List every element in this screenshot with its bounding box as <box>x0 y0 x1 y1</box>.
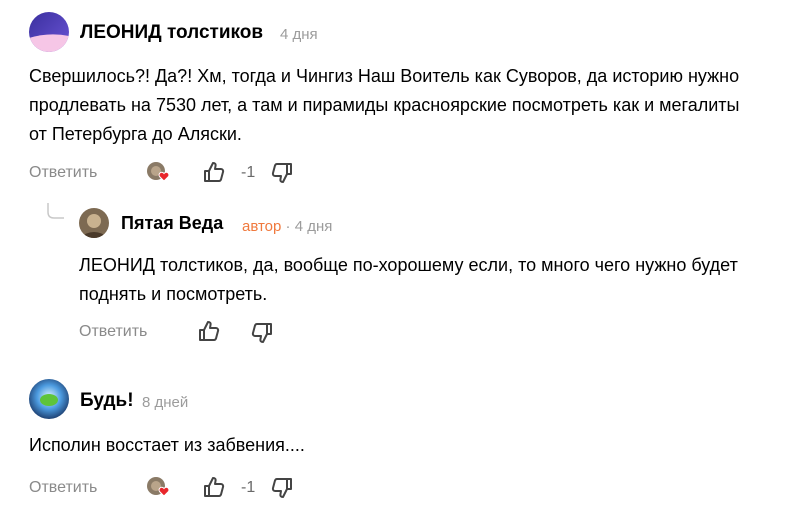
comment-time: 4 дня <box>280 26 318 43</box>
avatar[interactable] <box>79 208 109 238</box>
reply-meta: автор · 4 дня <box>242 218 332 235</box>
thumbs-up-icon[interactable] <box>203 161 225 183</box>
author-badge: автор <box>242 218 282 235</box>
reply-text: ЛЕОНИД толстиков, да, вообще по-хорошему… <box>79 255 738 304</box>
reply-button[interactable]: Ответить <box>79 323 147 341</box>
reply-button[interactable]: Ответить <box>29 479 97 497</box>
reply-author[interactable]: Пятая Веда <box>121 213 223 234</box>
thumbs-down-icon[interactable] <box>271 162 293 184</box>
thumbs-down-icon[interactable] <box>251 322 273 344</box>
avatar[interactable] <box>29 12 69 52</box>
liked-by-author-icon <box>146 161 172 183</box>
reply-time: 4 дня <box>294 218 333 235</box>
reply-button[interactable]: Ответить <box>29 164 97 182</box>
thumbs-up-icon[interactable] <box>198 320 220 342</box>
liked-by-author-icon <box>146 476 172 498</box>
thread-line-icon <box>46 202 66 222</box>
vote-count: -1 <box>241 479 256 496</box>
comment-time: 8 дней <box>142 394 189 411</box>
thumbs-up-icon[interactable] <box>203 476 225 498</box>
comment-author[interactable]: Будь! <box>80 390 134 412</box>
comment-text: Исполин восстает из забвения.... <box>29 435 305 455</box>
thumbs-down-icon[interactable] <box>271 477 293 499</box>
comment-author[interactable]: ЛЕОНИД толстиков <box>80 22 263 44</box>
meta-separator: · <box>285 218 291 235</box>
vote-count: -1 <box>241 164 256 181</box>
comment-text: Свершилось?! Да?! Хм, тогда и Чингиз Наш… <box>29 66 740 144</box>
avatar[interactable] <box>29 379 69 419</box>
